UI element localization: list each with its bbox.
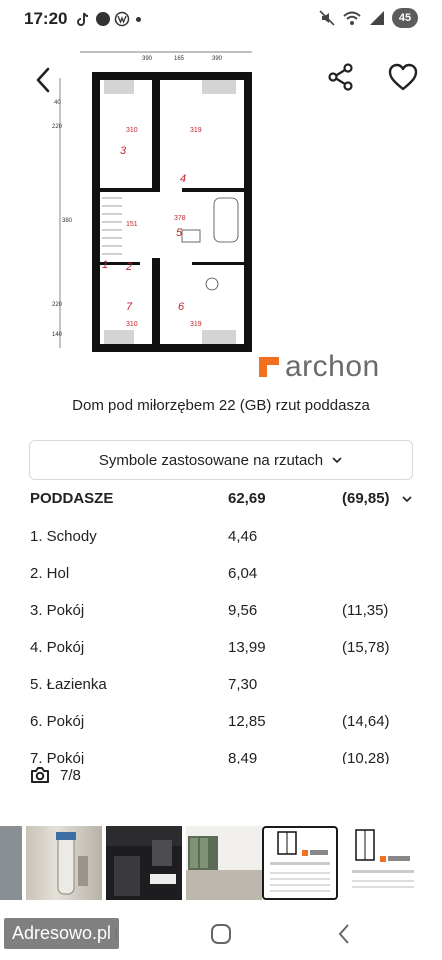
favorite-button[interactable] bbox=[387, 62, 419, 92]
room-area: 7,30 bbox=[228, 676, 258, 693]
bathroom-photo bbox=[106, 826, 182, 896]
svg-text:390: 390 bbox=[142, 56, 153, 62]
gallery-counter-text: 7/8 bbox=[60, 766, 81, 784]
table-row: 4. Pokój 13,99 (15,78) bbox=[0, 633, 442, 663]
signal-icon bbox=[370, 11, 384, 25]
archon-logo-text: archon bbox=[285, 350, 380, 383]
svg-text:6: 6 bbox=[178, 301, 185, 313]
room-area: 8,49 bbox=[228, 750, 258, 764]
room-area: 6,04 bbox=[228, 565, 258, 582]
status-bar: 17:20 45 bbox=[0, 0, 442, 38]
archon-logo: archon bbox=[259, 350, 380, 384]
svg-text:310: 310 bbox=[126, 321, 138, 328]
floor-usable-area: (69,85) bbox=[342, 490, 390, 507]
back-icon[interactable] bbox=[330, 920, 358, 948]
dot-icon bbox=[136, 17, 141, 22]
chevron-down-icon bbox=[332, 457, 342, 464]
svg-text:151: 151 bbox=[126, 221, 138, 228]
back-button[interactable] bbox=[30, 66, 58, 94]
table-row: 5. Łazienka 7,30 bbox=[0, 670, 442, 700]
image-caption: Dom pod miłorzębem 22 (GB) rzut poddasza bbox=[72, 397, 370, 414]
floor-plan-viewer[interactable]: 3 4 5 1 2 7 6 310 319 378 151 310 319 39… bbox=[0, 38, 442, 388]
archon-logo-mark bbox=[259, 357, 279, 377]
room-usable-area: (10,28) bbox=[342, 750, 390, 764]
svg-text:2: 2 bbox=[125, 261, 132, 273]
room-usable-area: (15,78) bbox=[342, 639, 390, 656]
chevron-down-icon bbox=[402, 496, 412, 503]
svg-text:7: 7 bbox=[126, 301, 133, 313]
room-name: 2. Hol bbox=[30, 565, 70, 582]
svg-text:390: 390 bbox=[212, 56, 223, 62]
status-right: 45 bbox=[318, 8, 418, 28]
room-area: 12,85 bbox=[228, 713, 266, 730]
floor-area: 62,69 bbox=[228, 490, 266, 507]
room-area: 4,46 bbox=[228, 528, 258, 545]
table-row: 6. Pokój 12,85 (14,64) bbox=[0, 707, 442, 737]
battery-icon: 45 bbox=[392, 8, 418, 28]
share-button[interactable] bbox=[326, 62, 356, 92]
svg-text:40: 40 bbox=[54, 100, 61, 106]
volkswagen-icon bbox=[114, 11, 130, 27]
svg-text:319: 319 bbox=[190, 321, 202, 328]
room-name: 6. Pokój bbox=[30, 713, 85, 730]
floor-plan-photo bbox=[270, 831, 330, 892]
rooms-table: PODDASZE 62,69 (69,85) 1. Schody 4,46 2.… bbox=[0, 484, 442, 764]
svg-text:140: 140 bbox=[52, 332, 63, 338]
svg-text:220: 220 bbox=[52, 302, 63, 308]
thumbnail-boiler-room-full[interactable] bbox=[26, 826, 102, 900]
mute-icon bbox=[319, 10, 335, 26]
table-row: 2. Hol 6,04 bbox=[0, 559, 442, 589]
svg-text:4: 4 bbox=[180, 173, 186, 185]
floor-plan-photo-2 bbox=[352, 829, 414, 888]
empty-room-photo bbox=[186, 826, 262, 900]
thumbnail-floor-plan-2[interactable] bbox=[346, 826, 422, 900]
room-name: 1. Schody bbox=[30, 528, 97, 545]
room-area: 9,56 bbox=[228, 602, 258, 619]
boiler-photo bbox=[56, 832, 88, 895]
rooms-table-header[interactable]: PODDASZE 62,69 (69,85) bbox=[0, 484, 442, 514]
svg-text:380: 380 bbox=[62, 218, 73, 224]
thumbnail-floor-plan[interactable] bbox=[262, 826, 338, 900]
floor-plan-image: 3 4 5 1 2 7 6 310 319 378 151 310 319 39… bbox=[52, 51, 252, 352]
room-name: 7. Pokój bbox=[30, 750, 85, 764]
svg-text:3: 3 bbox=[120, 145, 127, 157]
room-name: 3. Pokój bbox=[30, 602, 85, 619]
thumbnail-strip bbox=[0, 822, 442, 906]
thumbnail-boiler-room[interactable] bbox=[0, 826, 22, 900]
home-icon[interactable] bbox=[207, 920, 235, 948]
wifi-icon bbox=[343, 11, 361, 25]
svg-text:310: 310 bbox=[126, 127, 138, 134]
room-area: 13,99 bbox=[228, 639, 266, 656]
camera-icon bbox=[31, 767, 49, 783]
thumbnail-empty-room[interactable] bbox=[186, 826, 262, 900]
table-row: 3. Pokój 9,56 (11,35) bbox=[0, 596, 442, 626]
gallery-counter[interactable]: 7/8 bbox=[30, 766, 89, 784]
thumbnail-bathroom[interactable] bbox=[106, 826, 182, 900]
app-icon bbox=[96, 12, 110, 26]
room-name: 5. Łazienka bbox=[30, 676, 107, 693]
status-time: 17:20 bbox=[24, 9, 68, 28]
symbols-button-label: Symbole zastosowane na rzutach bbox=[98, 451, 324, 469]
symbols-dropdown-button[interactable]: Symbole zastosowane na rzutach bbox=[29, 440, 413, 480]
svg-text:1: 1 bbox=[102, 259, 108, 271]
svg-text:165: 165 bbox=[174, 56, 185, 62]
adresowo-watermark: Adresowo.pl bbox=[4, 918, 120, 949]
table-row: 7. Pokój 8,49 (10,28) bbox=[0, 744, 442, 764]
svg-text:220: 220 bbox=[52, 124, 63, 130]
room-usable-area: (11,35) bbox=[342, 602, 389, 619]
svg-text:378: 378 bbox=[174, 215, 186, 222]
room-name: 4. Pokój bbox=[30, 639, 85, 656]
svg-text:5: 5 bbox=[176, 227, 183, 239]
room-usable-area: (14,64) bbox=[342, 713, 390, 730]
floor-name: PODDASZE bbox=[30, 490, 114, 507]
tiktok-icon bbox=[77, 12, 89, 26]
table-row: 1. Schody 4,46 bbox=[0, 522, 442, 552]
svg-text:319: 319 bbox=[190, 127, 202, 134]
